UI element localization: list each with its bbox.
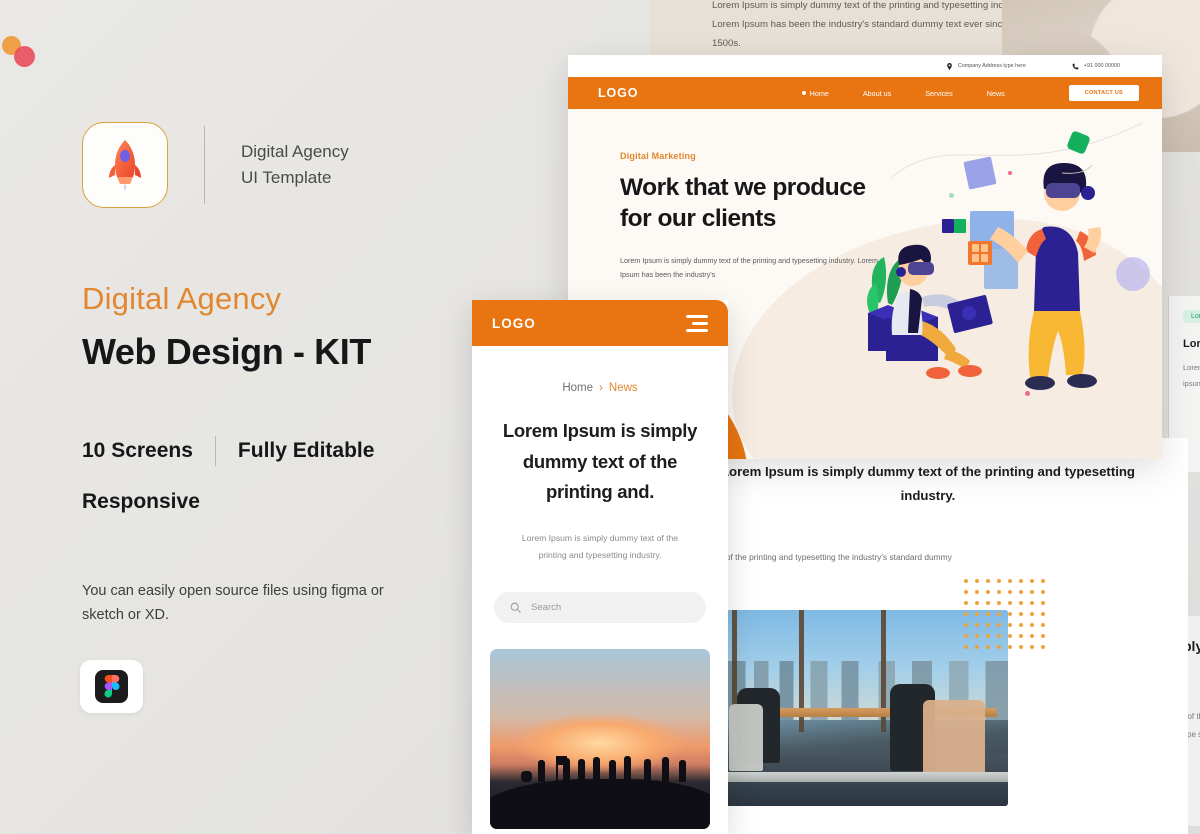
vr-teamwork-illustration [867,156,1102,390]
topbar-phone-text: +91 000 00000 [1083,63,1120,69]
background-screen-right-badge: Lorem [1183,310,1200,323]
feature-editable: Fully Editable [237,439,375,462]
background-screen-top-body: Lorem Ipsum is simply dummy text of the … [712,0,1027,50]
nav-link-services[interactable]: Services [925,89,953,98]
search-icon [510,602,521,613]
mobile-logo: LOGO [492,315,536,331]
nav-link-home[interactable]: Home [801,88,829,98]
mobile-mockup: LOGO Home › News Lorem Ipsum is simply d… [472,300,728,834]
secondary-screen-body: text of the printing and typesetting the… [710,552,952,578]
brand-line-1: Digital Agency [241,141,349,161]
desktop-topbar: Company Address type here +91 000 00000 [568,55,1162,77]
feature-row: 10 Screens Fully Editable [82,436,374,466]
source-files-note: You can easily open source files using f… [82,583,384,623]
sunset-silhouette-photo [490,648,710,829]
brand-subtitle: Digital Agency UI Template [241,139,349,192]
breadcrumb-home[interactable]: Home [562,382,593,394]
brand-line-2: UI Template [241,168,332,187]
feature-responsive: Responsive [82,490,200,513]
desktop-logo: LOGO [598,86,639,100]
secondary-screen-heading: Lorem Ipsum is simply dummy text of the … [721,464,1135,504]
nav-active-dot-icon [801,91,806,95]
left-info-panel: Digital Agency UI Template Digital Agenc… [0,0,472,834]
topbar-address-text: Company Address type here [957,63,1026,69]
topbar-address: Company Address type here [946,62,1026,70]
page-title: Web Design - KIT [82,331,371,372]
figma-icon [103,675,120,698]
nav-link-home-label: Home [809,88,829,98]
breadcrumb-current: News [608,382,638,394]
secondary-screen: Lorem Ipsum is simply dummy text of the … [668,438,1188,834]
search-placeholder: Search [531,601,562,613]
mobile-title: Lorem Ipsum is simply dummy text of the … [502,420,698,503]
hamburger-menu-icon[interactable] [686,314,708,332]
page-kicker: Digital Agency [82,281,282,316]
mobile-subtitle: Lorem Ipsum is simply dummy text of the … [521,532,679,560]
figma-tile [95,670,128,703]
hero-title: Work that we produce for our clients [620,174,866,233]
desktop-navbar: LOGO Home About us Services News CONTACT… [568,77,1162,109]
brand-divider [204,126,205,204]
breadcrumb-separator-icon: › [599,382,603,394]
background-screen-right-body: Lorem ipsum printing and ipsum has dummy… [1183,363,1200,388]
phone-icon [1072,63,1079,69]
nav-link-news[interactable]: News [987,89,1005,98]
rocket-icon [109,140,141,192]
background-screen-right-heading: Lorem [1183,338,1200,350]
nav-link-about[interactable]: About us [863,89,891,98]
topbar-phone: +91 000 00000 [1072,63,1120,70]
contact-us-button[interactable]: CONTACT US [1068,85,1139,101]
breadcrumb: Home › News [472,382,728,394]
brand-row: Digital Agency UI Template [82,122,349,208]
mobile-header: LOGO [472,300,728,346]
poster-canvas: Digital Agency UI Template Digital Agenc… [0,0,1200,834]
dot-pattern-decoration [960,575,1048,653]
desktop-nav-menu: Home About us Services News CONTACT US [801,85,1139,101]
hero-kicker: Digital Marketing [620,151,696,161]
search-input[interactable]: Search [494,591,706,623]
location-pin-icon [947,62,952,70]
logo-badge [82,122,168,208]
hero-body: Lorem Ipsum is simply dummy text of the … [620,255,878,280]
feature-screens: 10 Screens [82,439,193,462]
figma-badge [80,660,143,713]
hero-copy-block: Digital Marketing Work that we produce f… [620,151,890,283]
feature-divider [214,436,216,466]
